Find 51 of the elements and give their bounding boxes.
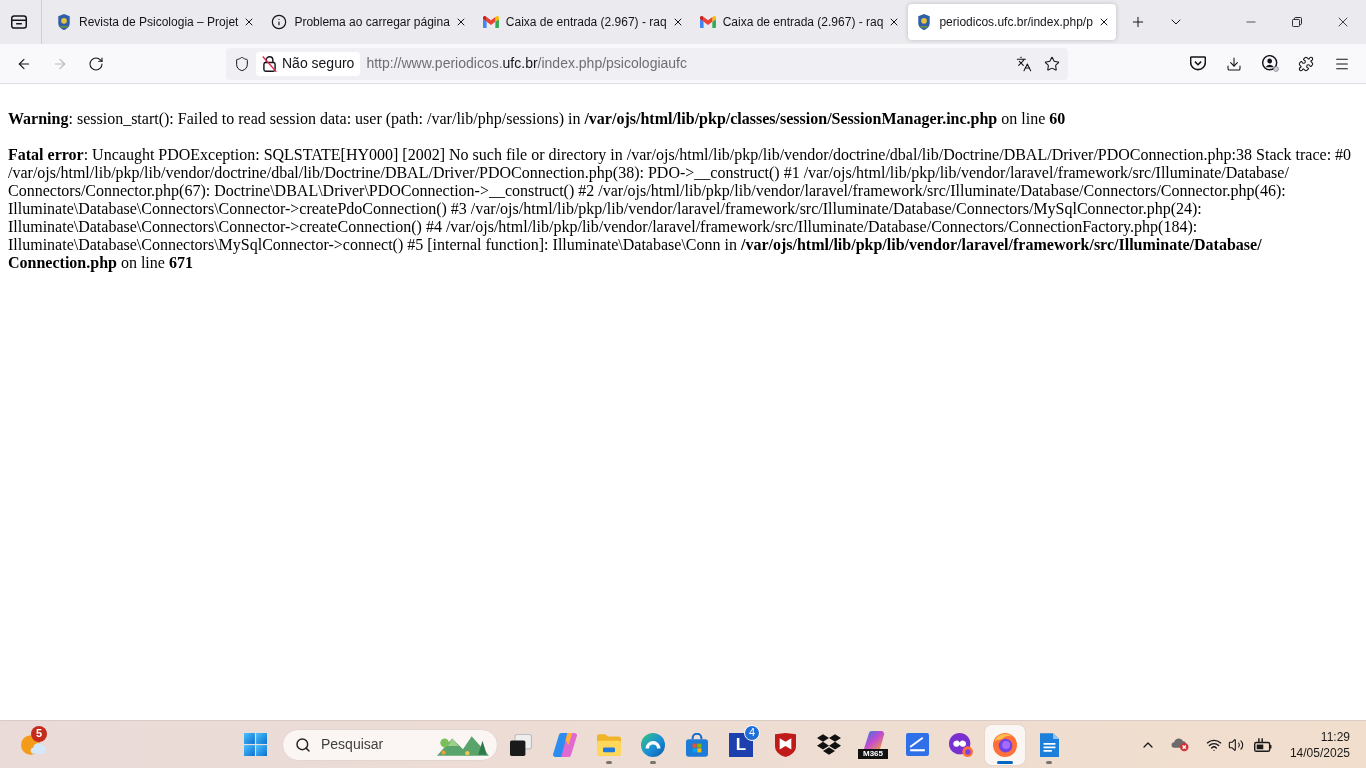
restore-icon <box>1292 17 1302 27</box>
cloud-error-icon <box>1170 737 1189 752</box>
edge-logo-icon <box>641 732 665 757</box>
search-input[interactable]: Pesquisar <box>321 734 431 755</box>
browser-tab[interactable]: Revista de Psicologia – Projet <box>48 4 262 40</box>
mail-logo-icon <box>482 16 499 28</box>
shopping-bag-icon <box>686 732 708 757</box>
not-secure-button[interactable]: Não seguro <box>256 51 361 76</box>
star-icon <box>1044 55 1060 72</box>
folder-icon <box>597 733 621 756</box>
puzzle-icon <box>1298 55 1314 72</box>
account-icon <box>1261 55 1279 72</box>
windows-logo-icon <box>243 733 267 756</box>
window-tray-icon <box>11 15 27 29</box>
shield-icon <box>234 55 250 72</box>
mask-logo-icon <box>949 732 973 757</box>
reload-icon <box>88 55 104 72</box>
loop-logo-icon <box>861 730 885 749</box>
browser-tab[interactable]: Caixa de entrada (2.967) - raq <box>691 4 907 40</box>
logo-label: M365 <box>858 748 888 759</box>
lock-slash-icon <box>262 55 277 72</box>
taskbar-app-button[interactable]: L 4 <box>721 724 761 765</box>
browser-tab[interactable]: periodicos.ufc.br/index.php/p <box>908 4 1116 40</box>
emblem-icon <box>918 14 931 30</box>
search-icon <box>295 736 311 753</box>
address-field[interactable]: http://www.periodicos.ufc.br/index.php/psicologiaufc <box>366 47 1010 80</box>
copilot-logo-icon <box>553 732 577 757</box>
emblem-icon <box>58 14 70 30</box>
weather-widget-button[interactable]: 5 <box>13 724 53 765</box>
browser-tab[interactable]: Problema ao carregar página <box>263 4 473 40</box>
translate-icon <box>1016 55 1032 72</box>
shield-logo-icon <box>774 732 796 757</box>
document-icon <box>1039 732 1059 757</box>
error-message: Fatal error: Uncaught PDOException: SQLSTATE[HY000] [2002] No such file or directory in /var/ojs/html/lib/pkp/lib/vendor/doctrine/dbal/lib/Doctrine/DBAL/Driver/PDOConnection.php:38 Stack trace: #0 /var/ojs/html/lib/pkp/lib/vendor/doctrine/dbal/lib/Doctrine/DBAL/Driver/PDOConnection.php(38): PDO->__construct() #1 /var/ojs/html/lib/pkp/lib/vendor/laravel/framework/src/Illuminate/Database/Connectors/Connector.php(67): Doctrine\DBAL\Driver\PDOConnection->__construct() #2 /var/ojs/html/lib/pkp/lib/vendor/laravel/framework/src/Illuminate/Database/Connectors/Connector.php(46): Illuminate\Database\Connectors\Connector->createPdoConnection() #3 /var/ojs/html/lib/pkp/lib/vendor/laravel/framework/src/Illuminate/Database/Connectors/MySqlConnector.php(24): Illuminate\Database\Connectors\Connector->createConnection() #4 /var/ojs/html/lib/pkp/lib/vendor/laravel/framework/src/Illuminate/Database/Connectors/ConnectionFactory.php(184): Illuminate\Database\Connectors\MySqlConnector->connect() #5 [internal function]: Illuminate\Database\Conn in /var/ojs/html/lib/pkp/lib/vendor/laravel/framework/src/Illuminate/Database/Connection.php on line 671 <box>8 146 1353 272</box>
dropbox-logo-icon <box>817 734 841 755</box>
taskbar-app-button[interactable]: M365 <box>853 724 893 765</box>
download-icon <box>1226 55 1242 72</box>
notification-badge: 4 <box>744 724 760 741</box>
warning-message: Warning: session_start(): Failed to read session data: user (path: /var/lib/php/sessions) in /var/ojs/html/lib/pkp/classes/session/SessionManager.inc.php on line 60 <box>8 110 1067 128</box>
firefox-logo-icon <box>993 732 1017 757</box>
notification-badge: 5 <box>31 725 47 742</box>
mail-logo-icon <box>699 16 716 28</box>
clock-button[interactable]: 11:29 14/05/2025 <box>1281 724 1358 765</box>
search-field[interactable]: Pesquisar <box>282 728 498 761</box>
scanner-icon <box>905 733 929 756</box>
battery-charging-icon <box>1253 737 1272 752</box>
overlapping-squares-icon <box>510 733 532 756</box>
info-icon <box>271 14 288 30</box>
browser-tab[interactable]: Caixa de entrada (2.967) - raq <box>474 4 690 40</box>
speaker-icon <box>1227 736 1244 753</box>
pocket-icon <box>1190 56 1206 71</box>
